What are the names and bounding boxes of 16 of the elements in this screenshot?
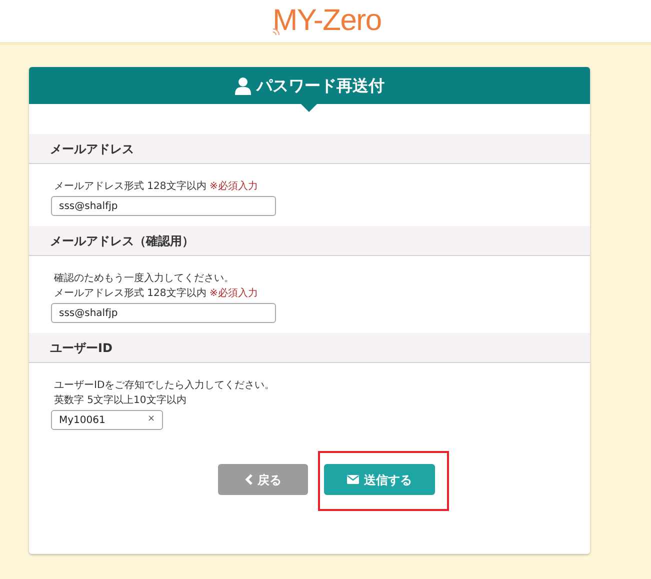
input-field[interactable]: sss@shalfjp <box>51 196 276 216</box>
section-heading: メールアドレス <box>29 134 590 164</box>
hint-text: メールアドレス形式 128文字以内 ※必須入力 <box>53 180 259 194</box>
hint-text: 確認のためもう一度入力してください。 <box>53 272 235 286</box>
envelope-icon <box>347 475 359 484</box>
hint-text: ユーザーIDをご存知でしたら入力してください。 <box>53 378 276 393</box>
hint-text: メールアドレス形式 128文字以内 ※必須入力 <box>53 286 259 301</box>
section-heading: メールアドレス（確認用） <box>29 226 590 256</box>
section-heading: ユーザーID <box>29 333 590 363</box>
chevron-left-icon <box>244 474 252 485</box>
panel-title: パスワード再送付 <box>256 74 384 96</box>
input-field[interactable]: My10061 × <box>51 410 163 430</box>
clear-button[interactable]: × <box>147 413 155 427</box>
user-icon <box>234 76 250 94</box>
hint-text: 英数字 5文字以上10文字以内 <box>53 394 188 408</box>
input-field[interactable]: sss@shalfjp <box>51 303 276 323</box>
